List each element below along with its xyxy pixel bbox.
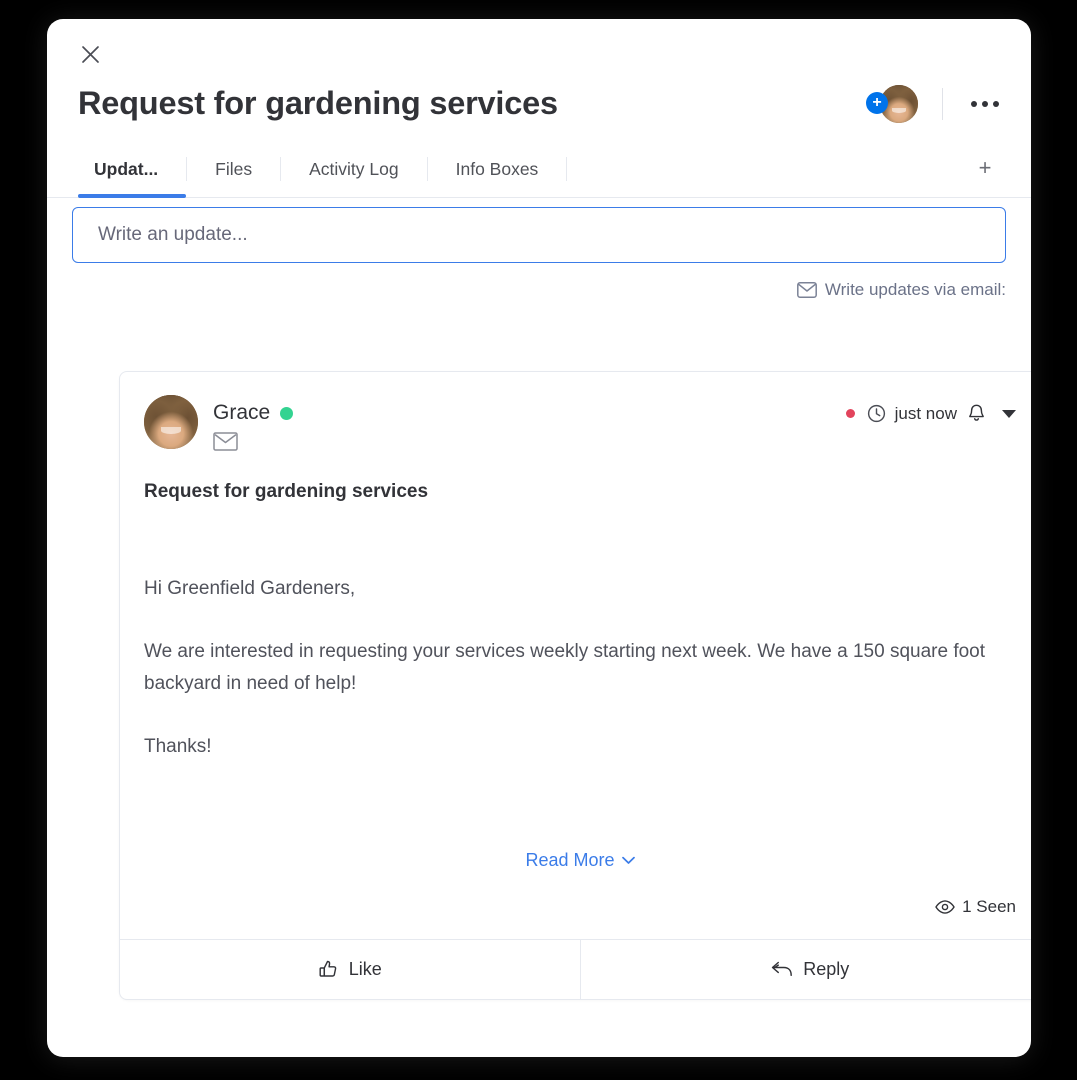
notifications-button[interactable] <box>966 403 987 424</box>
post-body: Request for gardening services Hi Greenf… <box>120 451 1031 871</box>
add-tab-button[interactable]: + <box>965 141 1005 197</box>
envelope-icon <box>796 282 817 298</box>
header-divider <box>942 88 943 120</box>
like-label: Like <box>348 958 382 979</box>
close-icon <box>81 45 99 63</box>
like-button[interactable]: Like <box>120 940 580 999</box>
tab-bar: Updat... Files Activity Log Info Boxes + <box>47 141 1031 198</box>
update-post-card: Grace just now Request for gardening ser… <box>119 371 1031 1000</box>
item-details-modal: Request for gardening services + Updat..… <box>47 19 1031 1057</box>
write-updates-via-email-label: Write updates via email: <box>824 280 1006 299</box>
title-row: Request for gardening services + <box>78 74 1005 134</box>
post-header-actions: just now <box>845 395 1016 424</box>
read-more-label: Read More <box>525 849 615 870</box>
author-meta: Grace <box>213 395 294 451</box>
post-paragraph: Thanks! <box>144 736 212 758</box>
post-paragraph: We are interested in requesting your ser… <box>144 640 986 695</box>
tab-label: Files <box>215 158 253 179</box>
author-avatar[interactable] <box>144 395 198 449</box>
eye-icon <box>935 899 955 914</box>
more-options-button[interactable] <box>965 87 1005 121</box>
tab-list: Updat... Files Activity Log Info Boxes <box>78 141 568 198</box>
online-status-icon <box>280 406 294 420</box>
page-title: Request for gardening services <box>78 85 558 122</box>
close-button[interactable] <box>75 39 105 69</box>
post-menu-chevron-down-icon[interactable] <box>1002 409 1016 418</box>
bell-icon <box>969 404 984 421</box>
read-more-button[interactable]: Read More <box>525 849 635 871</box>
thumbs-up-icon <box>319 960 337 977</box>
chevron-down-icon <box>621 856 635 864</box>
tab-label: Updat... <box>94 158 159 179</box>
clock-icon <box>867 404 885 423</box>
seen-row[interactable]: 1 Seen <box>120 871 1031 939</box>
post-timestamp: just now <box>894 403 957 423</box>
tab-updates[interactable]: Updat... <box>78 141 187 198</box>
tab-bar-spacer <box>567 141 965 197</box>
post-author-block: Grace <box>144 395 294 451</box>
author-name-row: Grace <box>213 401 294 425</box>
seen-count-label: 1 Seen <box>962 896 1016 916</box>
tab-label: Info Boxes <box>455 158 539 179</box>
dot <box>982 101 988 107</box>
tab-files[interactable]: Files <box>187 141 280 197</box>
author-name: Grace <box>213 401 271 424</box>
dot <box>993 101 999 107</box>
tab-info-boxes[interactable]: Info Boxes <box>428 141 567 197</box>
add-person-avatar-button[interactable]: + <box>866 83 920 125</box>
envelope-icon <box>213 432 238 451</box>
tab-activity-log[interactable]: Activity Log <box>281 141 426 197</box>
reply-arrow-icon <box>772 961 793 976</box>
post-header: Grace just now <box>120 372 1031 451</box>
reply-button[interactable]: Reply <box>579 939 1032 999</box>
tab-label: Activity Log <box>309 158 399 179</box>
post-paragraph: Hi Greenfield Gardeners, <box>144 578 356 599</box>
write-updates-via-email-link[interactable]: Write updates via email: <box>72 280 1006 300</box>
dot <box>971 101 977 107</box>
read-more-row: Read More <box>144 850 1016 871</box>
header-actions: + <box>866 83 1005 125</box>
unread-indicator-icon <box>845 409 855 418</box>
post-title: Request for gardening services <box>144 481 429 502</box>
plus-badge-icon[interactable]: + <box>866 92 888 114</box>
reply-label: Reply <box>803 958 850 979</box>
post-footer: Like Reply <box>120 938 1032 999</box>
update-input-placeholder: Write an update... <box>98 224 248 245</box>
author-email-indicator[interactable] <box>213 432 293 451</box>
composer-area: Write an update... Write updates via ema… <box>72 207 1006 300</box>
update-input[interactable]: Write an update... <box>72 207 1006 263</box>
screen: Request for gardening services + Updat..… <box>0 0 1077 1080</box>
